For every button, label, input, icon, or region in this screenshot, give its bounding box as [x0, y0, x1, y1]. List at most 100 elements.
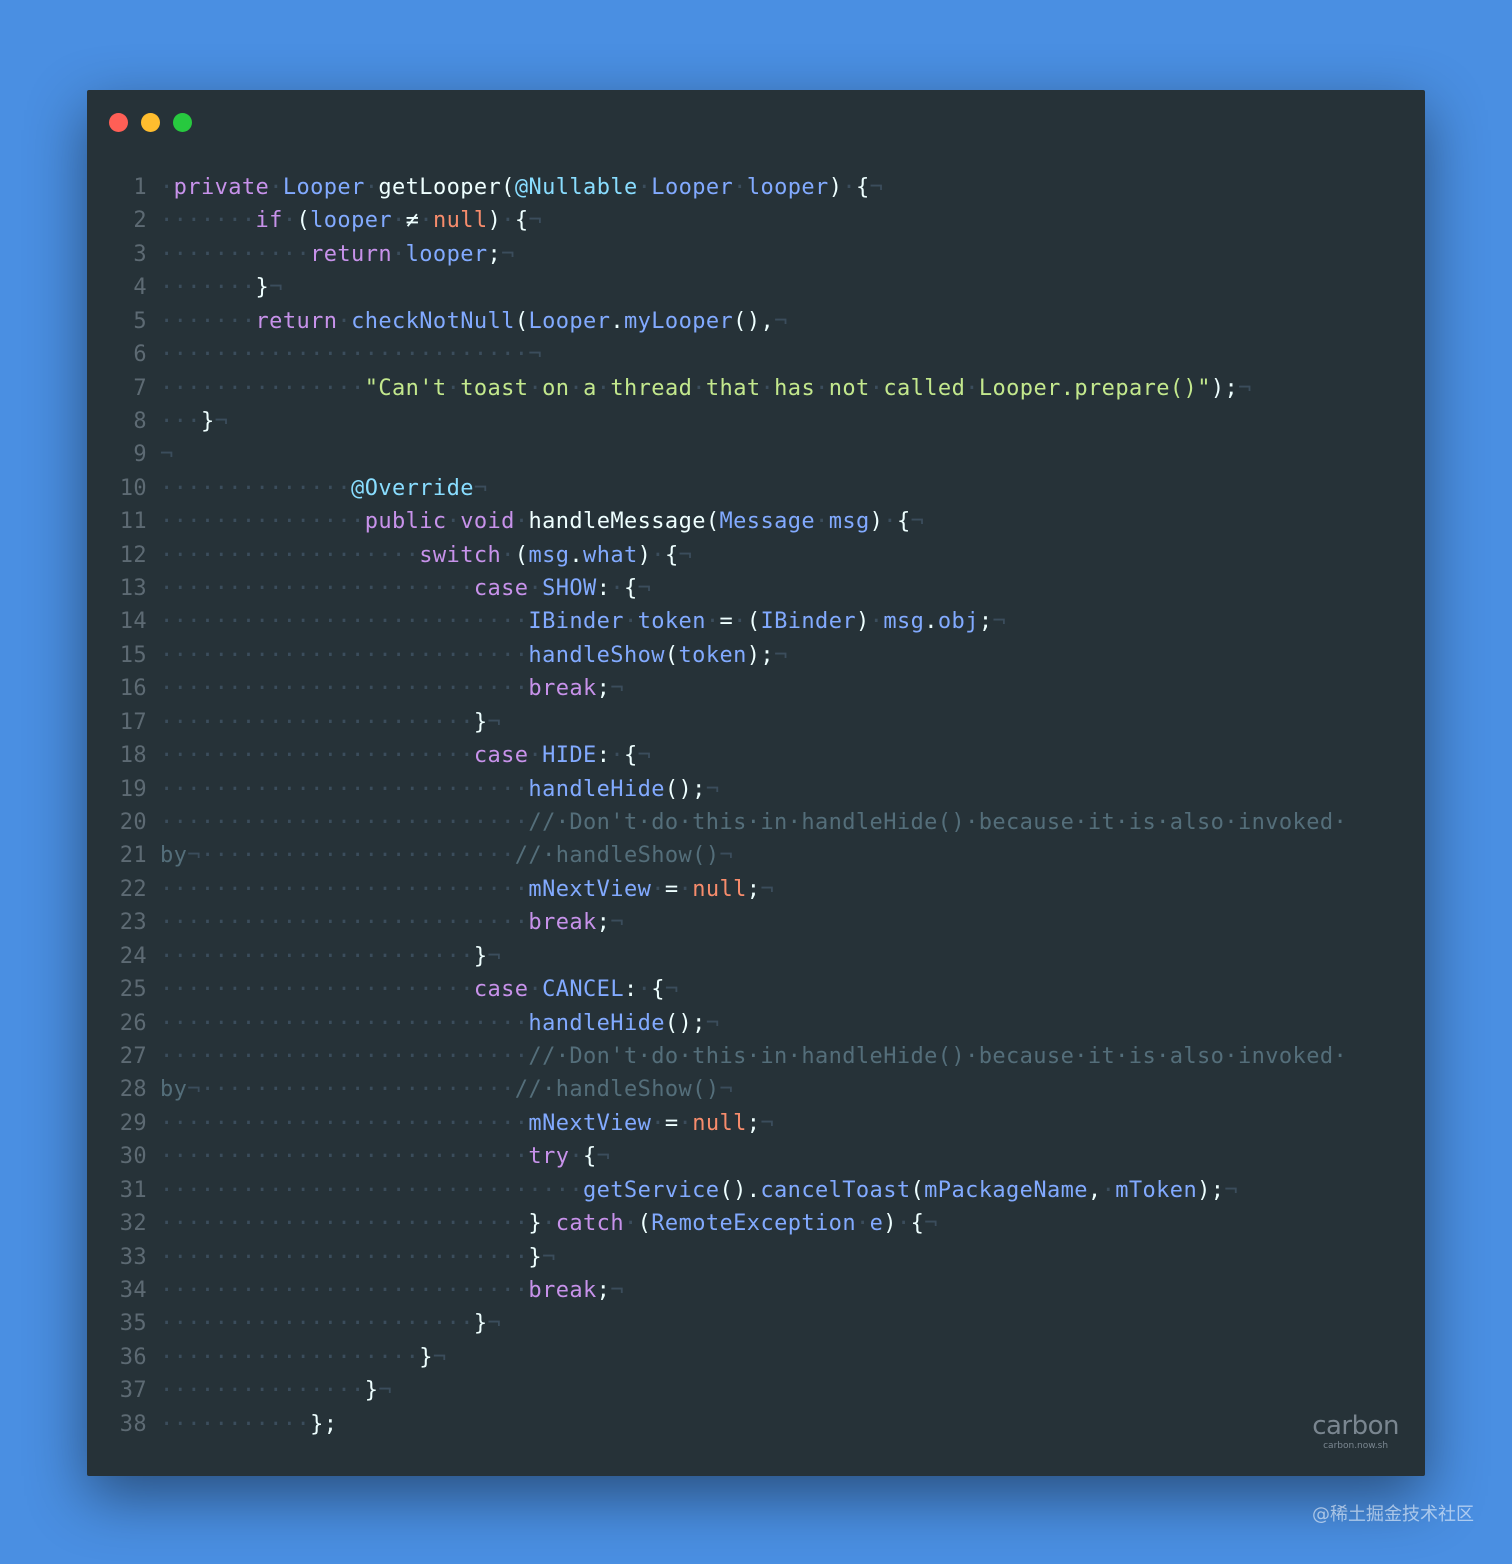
line-number: 20: [119, 810, 147, 836]
code-token: ···························: [160, 1043, 529, 1069]
code-token: Looper.prepare()": [978, 375, 1211, 401]
line-text: ···········return·looper;¬: [147, 238, 515, 271]
line-number: 22: [119, 876, 147, 902]
code-token: ·: [623, 1211, 638, 1237]
code-token: {: [624, 576, 638, 602]
line-text: by¬·······················//·handleShow(…: [147, 839, 733, 872]
code-token: ···························: [160, 776, 529, 802]
code-token: ¬: [214, 408, 229, 434]
code-token: ···············: [160, 375, 365, 401]
code-token: HIDE: [542, 743, 597, 769]
code-token: (: [296, 208, 311, 234]
code-token: ): [487, 208, 502, 234]
code-token: ·: [651, 876, 665, 902]
code-line: 14 ···························IBinder·tok…: [87, 605, 1425, 638]
code-token: ·: [869, 609, 884, 635]
line-text: ·······················}¬: [147, 940, 501, 973]
code-token: ·: [869, 375, 884, 401]
code-token: ¬: [378, 1378, 392, 1404]
line-number: 35: [119, 1311, 147, 1337]
code-token: ·: [419, 208, 433, 234]
code-token: called: [883, 375, 966, 401]
line-number: 30: [119, 1144, 147, 1170]
code-token: =: [664, 1110, 679, 1136]
code-token: by: [160, 1077, 188, 1103]
line-text: ···························}·catch·(Remo…: [147, 1207, 938, 1240]
code-token: ¬: [924, 1211, 938, 1237]
code-token: ·: [733, 609, 747, 635]
code-token: ();: [664, 776, 706, 802]
line-text: ·······················}¬: [147, 706, 501, 739]
code-token: ¬: [637, 576, 652, 602]
code-line: 27 ···························//·Don't·do…: [87, 1040, 1425, 1073]
code-token: CANCEL: [542, 977, 624, 1003]
code-token: handleShow: [528, 642, 665, 668]
code-token: null: [692, 876, 747, 902]
code-token: ···························: [160, 810, 529, 836]
line-text: ·······················case·SHOW:·{¬: [147, 572, 651, 605]
code-token: ·······················: [160, 576, 474, 602]
code-line: 16 ···························break;¬: [87, 672, 1425, 705]
code-token: public: [364, 509, 447, 535]
code-token: ·······················: [160, 709, 474, 735]
code-token: ¬: [269, 275, 283, 301]
code-token: ¬: [774, 308, 788, 334]
code-token: ¬: [1224, 1177, 1239, 1203]
code-token: ¬: [869, 175, 884, 200]
code-token: ·: [896, 1211, 911, 1237]
code-token: ·: [842, 175, 857, 200]
line-text: ¬: [147, 438, 174, 471]
line-number: 13: [119, 576, 147, 602]
code-token: ): [869, 509, 884, 535]
close-button[interactable]: [109, 113, 128, 132]
code-token: ·: [569, 1144, 584, 1170]
line-text: ·······if·(looper·≠·null)·{¬: [147, 204, 542, 237]
code-token: {: [896, 509, 911, 535]
code-token: case: [473, 576, 529, 602]
code-token: ·: [337, 308, 352, 334]
minimize-button[interactable]: [141, 113, 160, 132]
line-text: ···························break;¬: [147, 1274, 624, 1307]
code-token: ·: [965, 375, 979, 401]
code-token: ¬: [760, 876, 775, 902]
code-line: 19 ···························handleHide(…: [87, 773, 1425, 806]
code-line: 31 ·······························getServ…: [87, 1174, 1425, 1207]
line-text: ···········};: [147, 1408, 337, 1441]
code-line: 11 ···············public·void·handleMessa…: [87, 505, 1425, 538]
code-line: 10 ··············@Override¬: [87, 472, 1425, 505]
code-token: ): [828, 175, 843, 200]
code-token: looper: [746, 175, 829, 200]
code-token: token: [637, 609, 706, 635]
code-token: ): [856, 609, 870, 635]
code-token: ,: [1087, 1177, 1102, 1203]
code-token: ¬: [528, 208, 543, 234]
line-text: ·······················case·CANCEL:·{¬: [147, 973, 679, 1006]
line-text: ···························//·Don't·do·t…: [147, 1040, 1347, 1073]
code-token: msg: [528, 542, 570, 568]
code-token: ·······················: [160, 943, 474, 969]
line-text: ···························handleShow(to…: [147, 639, 788, 672]
code-token: (: [746, 609, 761, 635]
code-token: ···················: [160, 1344, 420, 1370]
line-number: 21: [119, 843, 147, 869]
code-token: a: [583, 375, 597, 401]
line-text: by¬·······················//·handleShow(…: [147, 1073, 733, 1106]
code-token: //·Don't·do·this·in·handleHide()·because…: [528, 810, 1348, 836]
code-token: switch: [419, 542, 502, 568]
code-token: }: [473, 943, 488, 969]
code-token: ·······················: [160, 977, 474, 1003]
code-token: mNextView: [528, 876, 652, 902]
line-text: ·······························getServic…: [147, 1174, 1238, 1207]
code-token: ···························: [160, 876, 529, 902]
code-token: ¬: [542, 1244, 556, 1270]
code-token: msg: [828, 509, 870, 535]
code-token: ·: [678, 876, 693, 902]
line-text: ···························IBinder·token…: [147, 605, 1006, 638]
code-token: private: [173, 175, 270, 200]
code-editor[interactable]: 1 ·private·Looper·getLooper(@Nullable·Loo…: [87, 171, 1425, 1441]
line-number: 19: [119, 776, 147, 802]
code-line: 36 ···················}¬: [87, 1341, 1425, 1374]
code-token: RemoteException: [651, 1211, 856, 1237]
code-token: ·: [610, 576, 624, 602]
maximize-button[interactable]: [173, 113, 192, 132]
